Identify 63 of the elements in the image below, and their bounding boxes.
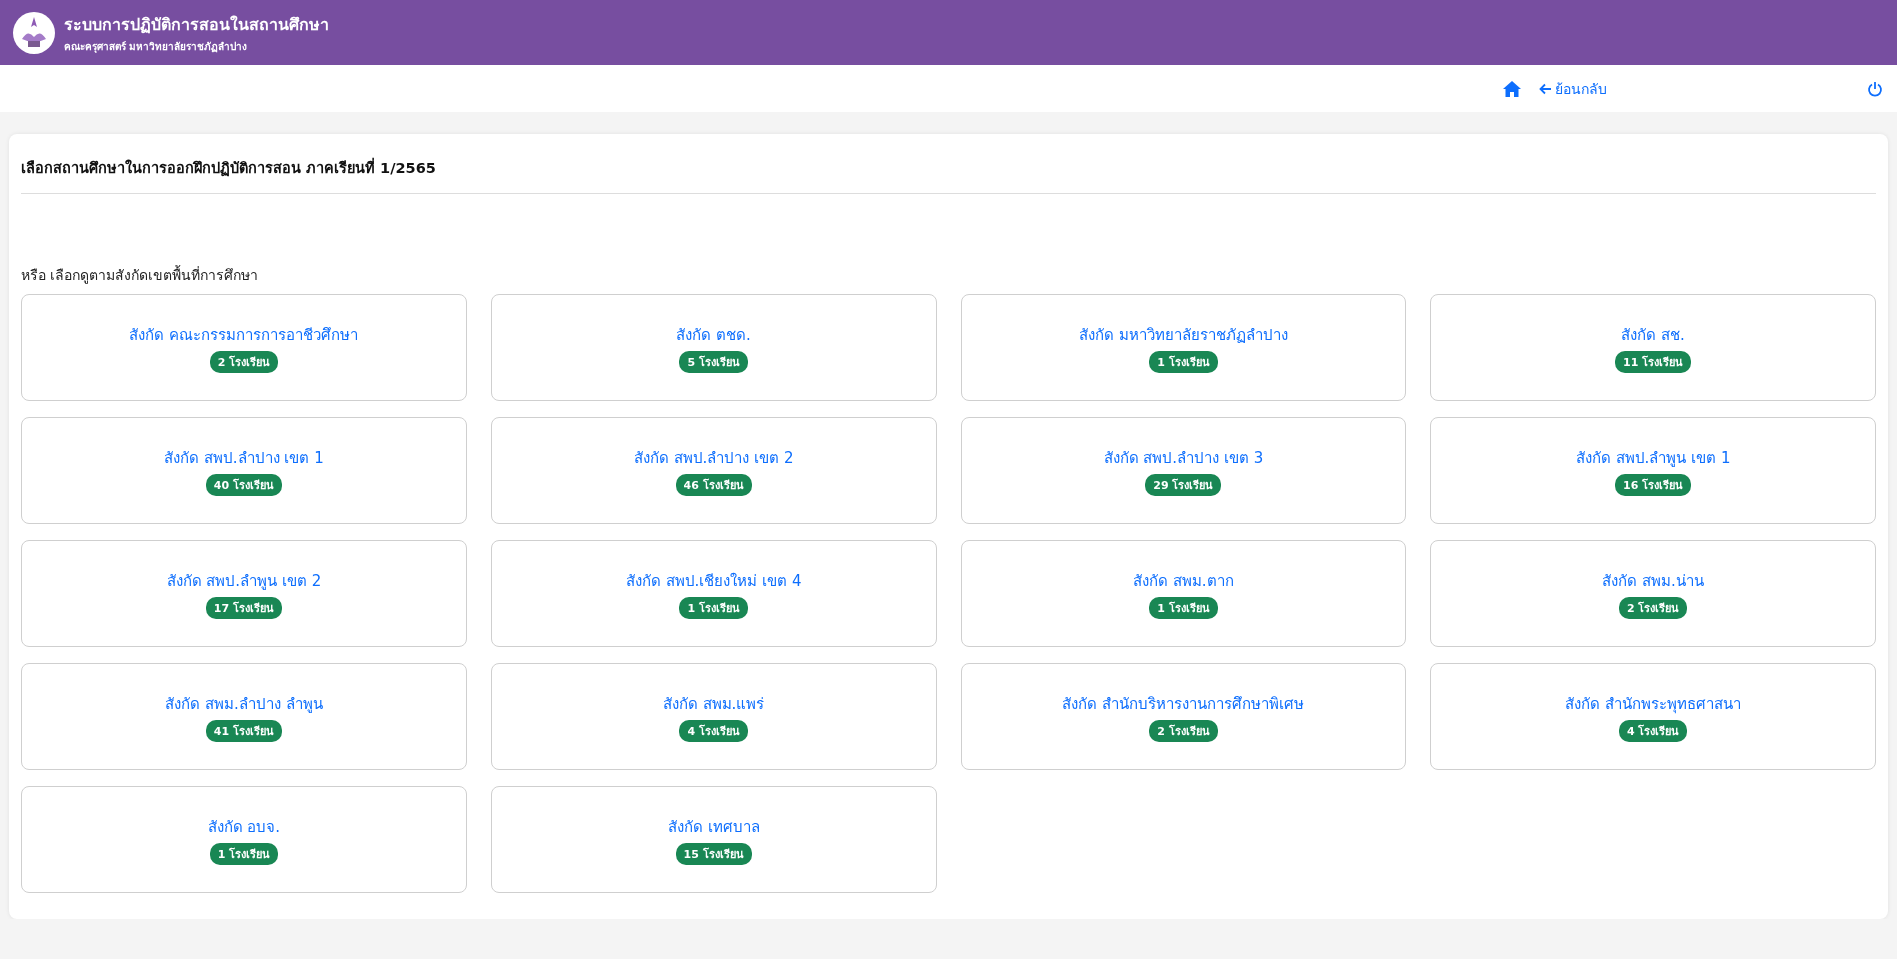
school-count-badge: 1 โรงเรียน [1149, 596, 1218, 619]
school-count-badge: 40 โรงเรียน [205, 473, 282, 496]
school-count-badge: 46 โรงเรียน [675, 473, 752, 496]
agency-name: สังกัด สพป.ลำปาง เขต 2 [633, 447, 794, 469]
agency-card[interactable]: สังกัด สพป.ลำปาง เขต 1 40 โรงเรียน [21, 417, 467, 524]
agency-name: สังกัด สำนักพระพุทธศาสนา [1565, 693, 1741, 716]
agency-name: สังกัด สพป.ลำปาง เขต 1 [164, 447, 324, 469]
agency-name: สังกัด ตชด. [676, 324, 751, 346]
school-count-badge: 16 โรงเรียน [1615, 473, 1692, 496]
agency-card[interactable]: สังกัด สพป.ลำปาง เขต 3 29 โรงเรียน [960, 417, 1407, 524]
school-count-badge: 2 โรงเรียน [1149, 719, 1218, 742]
agency-card[interactable]: สังกัด สพม.ตาก 1 โรงเรียน [960, 540, 1407, 647]
app-title: ระบบการปฏิบัติการสอนในสถานศึกษา [64, 13, 329, 36]
agency-name: สังกัด สำนักบริหารงานการศึกษาพิเศษ [1062, 693, 1305, 715]
agency-name: สังกัด มหาวิทยาลัยราชภัฏลำปาง [1079, 324, 1288, 346]
agency-name: สังกัด คณะกรรมการการอาชีวศึกษา [129, 324, 359, 346]
filter-hint: หรือ เลือกดูตามสังกัดเขตพื้นที่การศึกษา [21, 264, 260, 286]
agency-card[interactable]: สังกัด สพม.ลำปาง ลำพูน 41 โรงเรียน [21, 663, 467, 770]
left-arrow-icon [1539, 82, 1552, 95]
agency-name: สังกัด สพป.ลำปาง เขต 3 [1103, 447, 1264, 469]
school-count-badge: 41 โรงเรียน [205, 719, 282, 742]
school-count-badge: 1 โรงเรียน [209, 842, 279, 865]
agency-name: สังกัด สพม.น่าน [1602, 570, 1704, 592]
agency-name: สังกัด สพป.ลำพูน เขต 2 [166, 570, 322, 592]
power-icon[interactable] [1867, 80, 1883, 97]
agency-name: สังกัด เทศบาล [667, 816, 760, 838]
agency-card[interactable]: สังกัด อบจ. 1 โรงเรียน [21, 786, 467, 893]
agency-name: สังกัด สพม.ตาก [1133, 570, 1234, 592]
agency-card[interactable]: สังกัด สพป.ลำพูน เขต 1 16 โรงเรียน [1430, 417, 1876, 524]
school-count-badge: 15 โรงเรียน [675, 842, 752, 865]
agency-name: สังกัด สพป.ลำพูน เขต 1 [1575, 447, 1731, 469]
agency-card[interactable]: สังกัด มหาวิทยาลัยราชภัฏลำปาง 1 โรงเรียน [960, 294, 1407, 401]
school-count-badge: 1 โรงเรียน [679, 596, 748, 619]
agency-card[interactable]: สังกัด คณะกรรมการการอาชีวศึกษา 2 โรงเรียน [21, 294, 467, 401]
agency-card[interactable]: สังกัด สพป.ลำปาง เขต 2 46 โรงเรียน [490, 417, 937, 524]
school-count-badge: 29 โรงเรียน [1145, 473, 1222, 496]
agency-card[interactable]: สังกัด สพป.ลำพูน เขต 2 17 โรงเรียน [21, 540, 467, 647]
school-count-badge: 2 โรงเรียน [209, 350, 279, 373]
school-count-badge: 4 โรงเรียน [1618, 719, 1688, 742]
agency-name: สังกัด สพม.แพร่ [662, 693, 765, 715]
agency-card[interactable]: สังกัด สช. 11 โรงเรียน [1430, 294, 1876, 401]
agency-name: สังกัด สพป.เชียงใหม่ เขต 4 [625, 570, 802, 592]
agency-name: สังกัด อบจ. [207, 816, 281, 838]
agency-card[interactable]: สังกัด สำนักพระพุทธศาสนา 4 โรงเรียน [1430, 663, 1876, 770]
panel-title: เลือกสถานศึกษาในการออกฝึกปฏิบัติการสอน ภาคเรียนที่ 1/2565 [21, 148, 1876, 194]
school-count-badge: 5 โรงเรียน [679, 350, 748, 373]
back-link[interactable]: ย้อนกลับ [1539, 77, 1607, 100]
agency-card[interactable]: สังกัด ตชด. 5 โรงเรียน [490, 294, 937, 401]
agency-card[interactable]: สังกัด สพม.น่าน 2 โรงเรียน [1430, 540, 1876, 647]
agency-card[interactable]: สังกัด สพม.แพร่ 4 โรงเรียน [490, 663, 937, 770]
university-logo-icon [12, 10, 56, 55]
agency-card[interactable]: สังกัด สำนักบริหารงานการศึกษาพิเศษ 2 โรงเรียน [960, 663, 1407, 770]
school-count-badge: 11 โรงเรียน [1615, 350, 1692, 373]
agency-card[interactable]: สังกัด สพป.เชียงใหม่ เขต 4 1 โรงเรียน [490, 540, 937, 647]
school-count-badge: 1 โรงเรียน [1149, 350, 1218, 373]
school-count-badge: 17 โรงเรียน [205, 596, 282, 619]
app-subtitle: คณะครุศาสตร์ มหาวิทยาลัยราชภัฏลำปาง [64, 39, 249, 54]
agency-name: สังกัด สพม.ลำปาง ลำพูน [165, 693, 323, 715]
school-count-badge: 4 โรงเรียน [679, 719, 748, 742]
school-count-badge: 2 โรงเรียน [1618, 596, 1688, 619]
agency-name: สังกัด สช. [1621, 324, 1685, 346]
agency-card[interactable]: สังกัด เทศบาล 15 โรงเรียน [490, 786, 937, 893]
home-icon[interactable] [1503, 80, 1521, 97]
